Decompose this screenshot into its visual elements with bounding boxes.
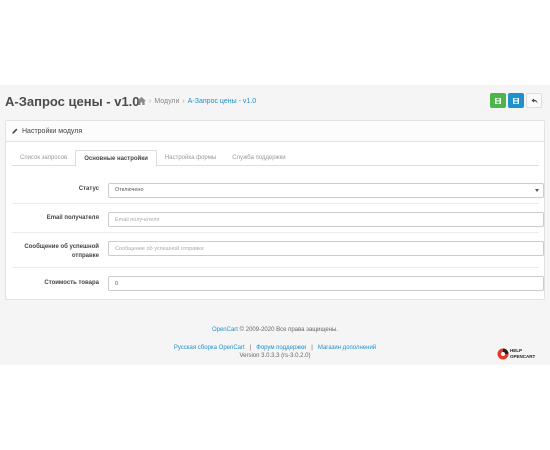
logo-text-top: HELP [510,348,522,353]
price-label: Стоимость товара [44,280,99,286]
copyright-text: © 2009-2020 Все права защищены. [239,327,339,333]
tab-requests-list[interactable]: Список запросов [12,150,75,166]
breadcrumb-current[interactable]: А-Запрос цены - v1.0 [188,98,256,105]
tab-main-settings[interactable]: Основные настройки [75,150,157,167]
email-field[interactable] [108,212,544,227]
panel-title: Настройки модуля [22,127,83,135]
page-title: А-Запрос цены - v1.0 [5,94,140,109]
panel-heading: Настройки модуля [6,121,544,142]
success-message-label: Сообщение об успешной отправке [24,244,99,259]
version-text: Version 3.0.3.3 (rs-3.0.2.0) [239,353,311,359]
breadcrumb: › Модули › А-Запрос цены - v1.0 [137,97,256,105]
footer: OpenCart © 2009-2020 Все права защищены.… [0,326,550,360]
back-button[interactable] [526,93,542,108]
save-icon [495,97,501,104]
tab-form-settings[interactable]: Настройка формы [157,150,224,166]
form-row-status: Статус Отключено [12,175,544,204]
save-icon [513,97,519,104]
support-forum-link[interactable]: Форум поддержки [256,345,306,351]
tab-bar: Список запросов Основные настройки Настр… [12,150,539,167]
russian-build-link[interactable]: Русская сборка OpenCart [174,345,245,351]
action-buttons [490,93,542,108]
help-opencart-logo[interactable]: HELP OPENCART [497,344,539,364]
footer-separator: | [311,345,313,351]
caret-down-icon [535,189,539,192]
status-selected-value: Отключено [115,187,144,193]
save-stay-button[interactable] [490,93,506,108]
home-icon[interactable] [137,97,146,105]
reply-icon [531,98,537,103]
opencart-link[interactable]: OpenCart [212,327,238,333]
save-button[interactable] [508,93,524,108]
logo-text-bottom: OPENCART [510,354,536,359]
tab-support[interactable]: Служба поддержки [224,150,293,166]
form-row-success-message: Сообщение об успешной отправке [12,233,544,268]
footer-separator: | [249,345,252,351]
price-field[interactable] [108,276,544,291]
page-header: А-Запрос цены - v1.0 › Модули › А-Запрос… [0,85,550,117]
status-label: Статус [78,186,99,192]
pencil-icon [12,128,18,134]
extensions-shop-link[interactable]: Магазин дополнений [318,345,376,351]
status-select[interactable]: Отключено [108,183,544,198]
form-row-email: Email получателя [12,204,544,233]
breadcrumb-modules[interactable]: Модули [154,98,179,105]
settings-panel: Настройки модуля Список запросов Основны… [5,120,545,300]
success-message-field[interactable] [108,241,544,256]
form-row-price: Стоимость товара [12,268,544,298]
email-label: Email получателя [46,215,99,221]
